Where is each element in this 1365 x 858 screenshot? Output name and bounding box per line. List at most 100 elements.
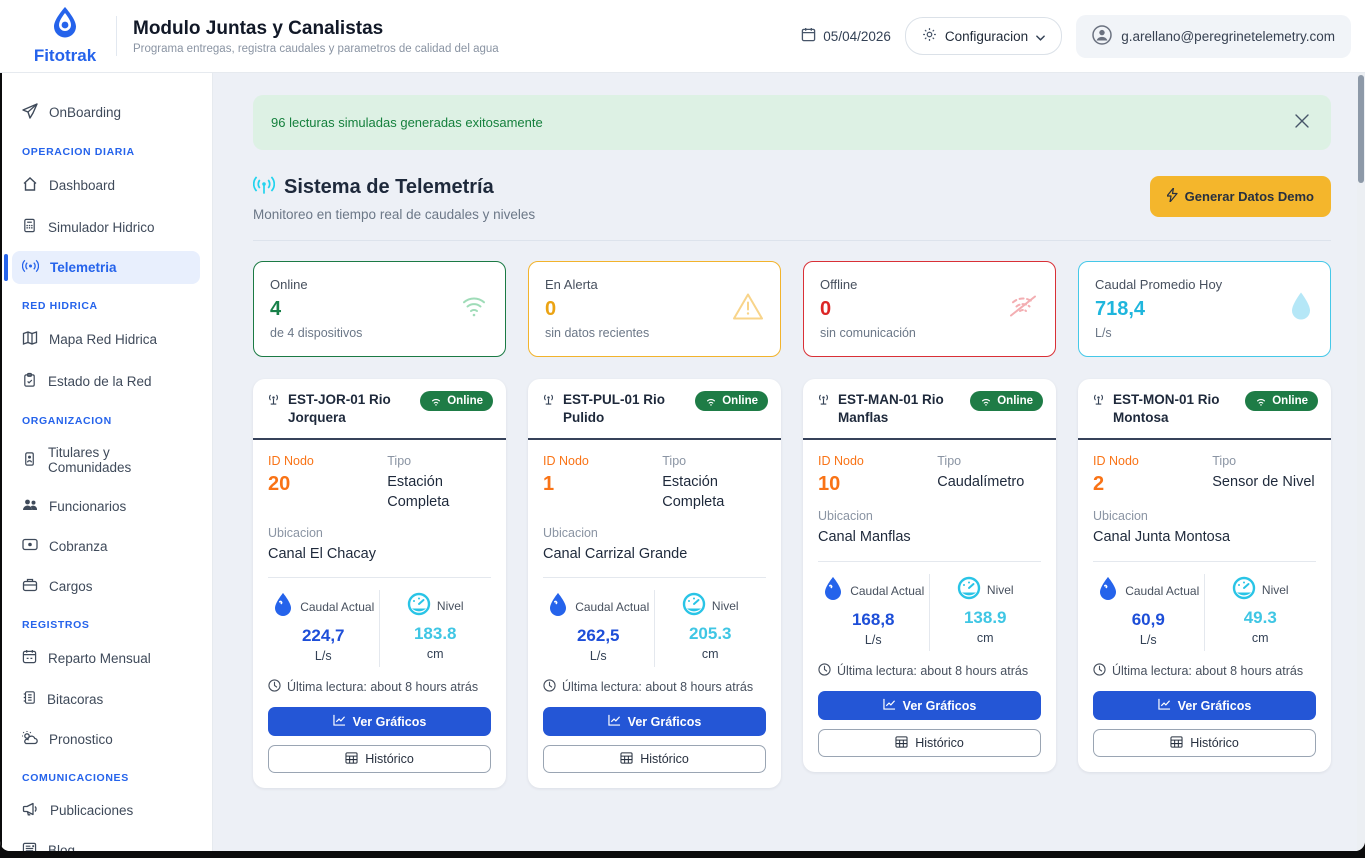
- banner-close-button[interactable]: [1291, 110, 1313, 135]
- sidebar-item-telemetria[interactable]: Telemetria: [4, 251, 200, 284]
- nivel-label: Nivel: [711, 598, 739, 613]
- cash-icon: [22, 538, 38, 554]
- summary-card-caudal-promedio: Caudal Promedio Hoy 718,4 L/s: [1078, 261, 1331, 357]
- sidebar-item-cargos[interactable]: Cargos: [12, 569, 200, 603]
- megaphone-icon: [22, 802, 39, 819]
- header-titles: Modulo Juntas y Canalistas Programa entr…: [133, 18, 499, 55]
- metrics: Caudal Actual 168,8 L/s Nivel 138.9 cm: [818, 574, 1041, 651]
- vertical-scrollbar[interactable]: [1357, 73, 1365, 851]
- sidebar-item-cobranza[interactable]: Cobranza: [12, 530, 200, 562]
- historico-button[interactable]: Histórico: [1093, 729, 1316, 757]
- droplet-icon: [1288, 291, 1314, 328]
- last-reading-text: Última lectura: about 8 hours atrás: [837, 664, 1029, 678]
- summary-value: 718,4: [1095, 298, 1146, 320]
- ver-graficos-button[interactable]: Ver Gráficos: [268, 707, 491, 737]
- station-antenna-icon: [266, 391, 281, 427]
- user-account-pill[interactable]: g.arellano@peregrinetelemetry.com: [1076, 14, 1351, 58]
- tipo-value: Caudalímetro: [937, 474, 1025, 491]
- sidebar-item-label: OnBoarding: [49, 105, 122, 120]
- ubicacion-value: Canal Junta Montosa: [1093, 529, 1231, 546]
- sidebar-section-comunicaciones: COMUNICACIONES: [22, 772, 129, 784]
- nivel-unit: cm: [976, 631, 994, 645]
- status-badge: Online: [420, 391, 493, 411]
- avatar-icon: [1092, 24, 1112, 48]
- sidebar-item-reparto-mensual[interactable]: Reparto Mensual: [12, 641, 200, 675]
- sidebar-item-mapa-red-hidrica[interactable]: Mapa Red Hidrica: [12, 322, 200, 357]
- status-text: Online: [722, 395, 758, 407]
- status-text: Online: [997, 395, 1033, 407]
- sidebar-item-titulares-y-comunidades[interactable]: Titulares y Comunidades: [12, 437, 200, 483]
- nivel-value: 205.3: [688, 624, 732, 644]
- station-name: EST-JOR-01 Rio Jorquera: [288, 392, 391, 426]
- ver-graficos-button[interactable]: Ver Gráficos: [543, 707, 766, 737]
- scrollbar-thumb[interactable]: [1358, 75, 1364, 183]
- nivel-value: 138.9: [963, 608, 1007, 627]
- water-drop-icon: [1097, 576, 1119, 605]
- summary-label: Offline: [820, 277, 858, 292]
- sidebar-item-publicaciones[interactable]: Publicaciones: [12, 794, 200, 827]
- tipo-value: Estación Completa: [662, 474, 725, 510]
- historico-button[interactable]: Histórico: [818, 729, 1041, 757]
- sidebar-item-dashboard[interactable]: Dashboard: [12, 168, 200, 203]
- sidebar-item-onboarding[interactable]: OnBoarding: [12, 95, 200, 130]
- station-title: EST-JOR-01 Rio Jorquera: [266, 391, 412, 427]
- caudal-unit: L/s: [314, 649, 332, 664]
- signal-icon: [21, 259, 40, 276]
- id-nodo-block: ID Nodo 10: [818, 454, 937, 496]
- water-drop-icon: [272, 592, 294, 621]
- summary-label: En Alerta: [545, 277, 598, 292]
- telemetry-title: Sistema de Telemetría: [284, 176, 494, 198]
- sidebar-item-label: Telemetria: [50, 260, 117, 275]
- historico-button[interactable]: Histórico: [268, 745, 491, 774]
- last-reading: Última lectura: about 8 hours atrás: [268, 679, 491, 695]
- ver-graficos-button[interactable]: Ver Gráficos: [818, 691, 1041, 720]
- sidebar-item-label: Titulares y Comunidades: [48, 445, 132, 475]
- sidebar-item-simulador-hidrico[interactable]: Simulador Hidrico: [12, 210, 200, 244]
- nivel-value: 49.3: [1243, 608, 1277, 627]
- sidebar-item-blog[interactable]: Blog: [12, 834, 200, 851]
- app-header: Fitotrak Modulo Juntas y Canalistas Prog…: [0, 0, 1365, 73]
- caudal-metric: Caudal Actual 60,9 L/s: [1093, 574, 1205, 651]
- chart-icon: [608, 714, 621, 729]
- lightning-icon: [1166, 187, 1178, 205]
- historico-label: Histórico: [915, 736, 964, 750]
- cloud-sun-icon: [22, 731, 38, 748]
- sidebar-item-pronostico[interactable]: Pronostico: [12, 723, 200, 756]
- tipo-label: Tipo: [1212, 454, 1237, 469]
- configuration-button[interactable]: Configuracion: [904, 17, 1063, 55]
- sidebar-item-estado-de-la-red[interactable]: Estado de la Red: [12, 364, 200, 399]
- metrics: Caudal Actual 60,9 L/s Nivel 49.3 cm: [1093, 574, 1316, 651]
- caudal-label: Caudal Actual: [575, 599, 650, 614]
- last-reading-text: Última lectura: about 8 hours atrás: [562, 680, 754, 695]
- page-title: Modulo Juntas y Canalistas: [133, 17, 384, 39]
- station-title: EST-PUL-01 Rio Pulido: [541, 391, 687, 427]
- id-nodo-value: 1: [543, 473, 555, 496]
- station-header: EST-MON-01 Rio Montosa Online: [1078, 379, 1331, 441]
- caudal-value: 262,5: [576, 626, 620, 646]
- water-drop-icon: [822, 576, 844, 605]
- tipo-block: Tipo Estación Completa: [662, 454, 766, 512]
- tipo-label: Tipo: [662, 454, 687, 469]
- nivel-unit: cm: [701, 647, 719, 662]
- station-title: EST-MAN-01 Rio Manflas: [816, 391, 962, 427]
- sidebar-item-label: Simulador Hidrico: [48, 219, 155, 235]
- sidebar-item-label: Mapa Red Hidrica: [49, 332, 158, 347]
- sidebar-item-funcionarios[interactable]: Funcionarios: [12, 490, 200, 523]
- sidebar-item-bitacoras[interactable]: Bitacoras: [12, 682, 200, 716]
- historico-label: Histórico: [640, 752, 689, 767]
- home-icon: [22, 176, 38, 195]
- header-divider: [116, 16, 117, 56]
- ver-graficos-button[interactable]: Ver Gráficos: [1093, 691, 1316, 720]
- caudal-value: 224,7: [301, 626, 345, 646]
- metrics: Caudal Actual 224,7 L/s Nivel 183.8 cm: [268, 590, 491, 668]
- page-subtitle: Programa entregas, registra caudales y p…: [133, 42, 499, 55]
- ubicacion-block: Ubicacion Canal Manflas: [818, 509, 1041, 548]
- historico-button[interactable]: Histórico: [543, 745, 766, 774]
- caudal-label: Caudal Actual: [1125, 583, 1200, 598]
- fitotrak-drop-icon: [50, 6, 80, 45]
- ver-graficos-label: Ver Gráficos: [352, 714, 427, 729]
- wifi-off-icon: [1007, 294, 1039, 325]
- clock-icon: [818, 663, 831, 679]
- generar-datos-demo-button[interactable]: Generar Datos Demo: [1149, 176, 1331, 217]
- nivel-label: Nivel: [1261, 582, 1289, 597]
